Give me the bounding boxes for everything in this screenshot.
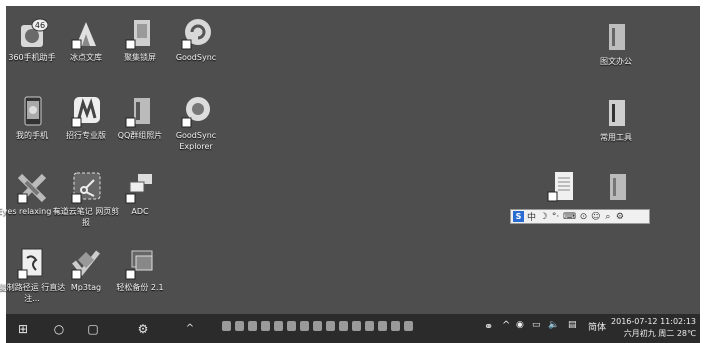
task-view-icon[interactable]: ▢ [84,319,102,339]
tray-app-icon[interactable] [287,321,296,331]
icon-label: 图文办公 [600,57,632,66]
settings-gear-icon[interactable]: ⚙ [134,319,152,339]
youdao-clipper-icon [71,172,101,204]
tray-app-icon[interactable] [313,321,322,331]
desktop-icon-adc[interactable]: ADC [108,170,172,248]
pinned-tray-icons [222,321,413,331]
tray-app-icon[interactable] [261,321,270,331]
desktop-icon-goodsync[interactable]: GoodSync [164,16,228,94]
icon-label: 常用工具 [600,133,632,142]
lunar-weather-text: 六月初九 周二 28℃ [623,329,696,338]
icon-label: GoodSync Explorer [175,131,217,151]
desktop-icon-office-folder[interactable]: 图文办公 [584,20,648,98]
folder-icon [610,174,626,200]
bingdian-wenku-icon [71,22,96,50]
lockscreen-icon [125,20,150,50]
network-icon[interactable]: ◉ [516,320,524,330]
tray-expand-chevron-icon[interactable]: ^ [502,320,510,331]
tray-app-icon[interactable] [365,321,374,331]
icon-label: ADC [131,207,149,216]
360-assistant-icon: 46 [21,18,48,47]
ime-mode-text[interactable]: 简体 [588,320,606,333]
keyboard-icon[interactable]: ⌨ [563,212,576,222]
message-icon[interactable]: ▤ [568,320,577,330]
icon-label: GoodSync [175,53,217,62]
goodsync-icon [181,19,211,50]
desktop-icon-goodsync-explorer[interactable]: GoodSync Explorer [164,94,228,172]
mp3tag-icon [71,250,100,280]
badge-text: 46 [35,21,45,30]
desktop: 46 360手机助手 冰点文库 聚集锁屏 GoodSync 我的手机 招行专业版 [0,0,704,343]
office-folder-icon [609,24,625,50]
show-hidden-icons-chevron-icon[interactable]: ^ [184,319,196,339]
wifi-icon[interactable]: ⚭ [484,320,493,333]
volume-icon[interactable]: 🔈 [548,320,559,330]
windows-start-icon[interactable]: ⊞ [14,319,32,339]
gear-icon[interactable]: ⚙ [615,212,624,222]
clock[interactable]: 2016-07-12 11:02:13 六月初九 周二 28℃ [611,316,696,340]
search-circle-icon[interactable]: ○ [50,319,68,339]
tray-app-icon[interactable] [378,321,387,331]
tray-app-icon[interactable] [339,321,348,331]
desktop-icon-easy-backup[interactable]: 轻松备份 2.1 [108,246,172,324]
date-text: 2016-07-12 [611,317,658,326]
copy-path-icon [17,248,43,280]
tray-app-icon[interactable] [352,321,361,331]
sogou-logo-icon[interactable]: S [513,211,524,222]
taskbar: ⊞ ○ ▢ ⚙ ^ ⚭ ^ ◉ ▭ 🔈 ▤ 简体 2016-07-12 11:0… [6,314,700,343]
search-icon[interactable]: ⌕ [603,212,612,222]
user-icon[interactable]: ☺ [591,212,600,222]
tray-app-icon[interactable] [248,321,257,331]
skin-icon[interactable]: ⊙ [579,212,588,222]
cmb-bank-icon [71,97,100,128]
punctuation-icon[interactable]: °· [551,212,560,222]
goodsync-explorer-icon [181,97,210,128]
icon-label: 轻松备份 2.1 [116,283,164,292]
eyes-relaxing-icon [17,173,47,204]
tray-app-icon[interactable] [274,321,283,331]
tray-app-icon[interactable] [300,321,309,331]
tray-app-icon[interactable] [235,321,244,331]
document-file-icon [547,172,573,202]
ime-toolbar[interactable]: S 中 ☽ °· ⌨ ⊙ ☺ ⌕ ⚙ [510,209,650,224]
desktop-icon-tools-folder[interactable]: 常用工具 [584,96,648,174]
my-phone-icon [24,96,42,126]
tray-app-icon[interactable] [326,321,335,331]
display-icon[interactable]: ▭ [532,320,541,330]
tray-app-icon[interactable] [222,321,231,331]
time-text: 11:02:13 [660,317,696,326]
tray-app-icon[interactable] [404,321,413,331]
moon-icon[interactable]: ☽ [539,212,548,222]
adc-icon [125,174,152,204]
easy-backup-icon [125,250,153,280]
qq-group-photos-icon [125,98,150,128]
tray-app-icon[interactable] [391,321,400,331]
tools-folder-icon [609,100,625,126]
ime-language-toggle[interactable]: 中 [527,210,536,223]
